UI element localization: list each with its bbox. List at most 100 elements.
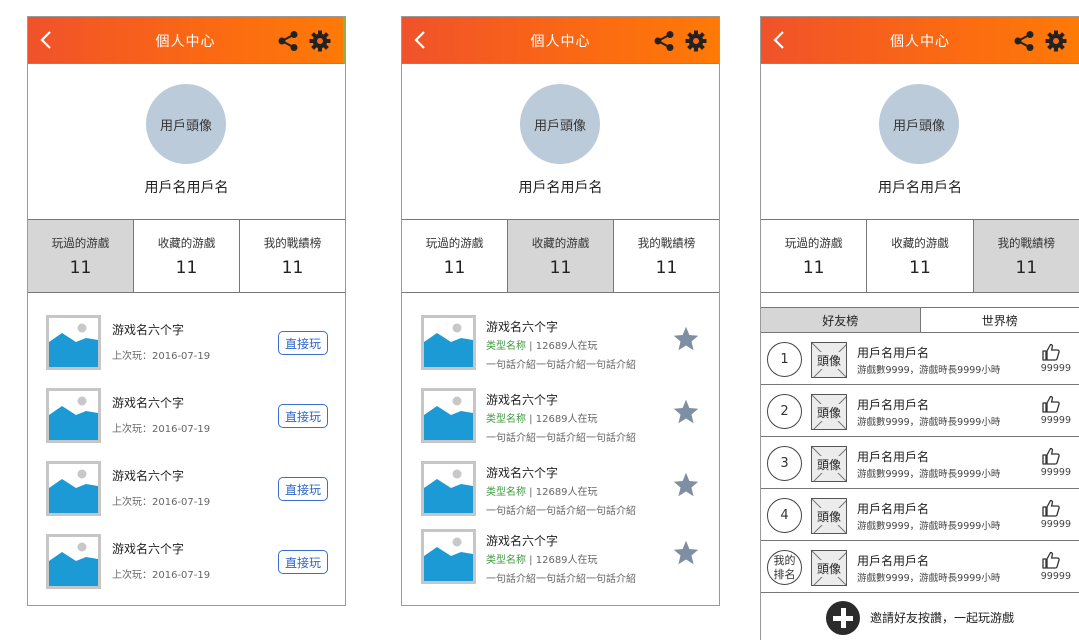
game-meta: 类型名称 | 12689人在玩 [486,341,598,352]
top-bar: 個人中心 [761,17,1079,64]
avatar-label: 頭像 [815,559,842,577]
stats-tabs: 玩過的游戲 11 收藏的游戲 11 我的戰績榜 11 [402,220,719,293]
tab-played-games[interactable]: 玩過的游戲 11 [28,220,134,292]
image-placeholder-icon [421,315,476,370]
tab-favorite-games[interactable]: 收藏的游戲 11 [508,220,614,292]
tab-label: 我的戰績榜 [637,236,696,250]
tab-my-ranking[interactable]: 我的戰績榜 11 [614,220,719,292]
avatar[interactable]: 用戶頭像 [879,84,959,164]
tab-my-ranking[interactable]: 我的戰績榜 11 [973,220,1079,292]
username: 用戶名用戶名 [518,180,603,196]
user-stats: 游戲數9999，游戲時長9999小時 [857,469,1001,480]
avatar[interactable]: 頭像 [811,342,847,378]
tab-count: 11 [281,258,304,278]
avatar[interactable]: 頭像 [811,498,847,534]
tab-friends-ranking[interactable]: 好友榜 [761,308,921,332]
image-placeholder-icon [421,388,476,443]
top-bar: 個人中心 [28,17,345,64]
image-placeholder-icon [46,461,101,516]
thumbs-up-icon[interactable] [1041,394,1061,414]
avatar[interactable]: 用戶頭像 [146,84,226,164]
user-stats: 游戲數9999，游戲時長9999小時 [857,417,1001,428]
image-placeholder-icon [421,461,476,516]
my-ranking-row[interactable]: 我的 排名 頭像 用戶名用戶名 游戲數9999，游戲時長9999小時 99999 [761,541,1079,593]
game-type: 类型名称 [486,555,526,566]
user-stats: 游戲數9999，游戲時長9999小時 [857,365,1001,376]
game-name: 游戏名六个字 [486,534,559,548]
tab-played-games[interactable]: 玩過的游戲 11 [402,220,508,292]
stats-tabs: 玩過的游戲 11 收藏的游戲 11 我的戰績榜 11 [761,220,1079,293]
star-icon[interactable] [672,398,700,426]
ranking-row[interactable]: 4 頭像 用戶名用戶名 游戲數9999，游戲時長9999小時 99999 [761,489,1079,541]
avatar[interactable]: 頭像 [811,394,847,430]
rank-number: 3 [767,446,802,481]
tab-count: 11 [1015,258,1038,278]
ranking-row[interactable]: 2 頭像 用戶名用戶名 游戲數9999，游戲時長9999小時 99999 [761,385,1079,437]
tab-world-ranking[interactable]: 世界榜 [921,308,1079,332]
tab-count: 11 [655,258,678,278]
screen-favorite-games: 個人中心 用戶頭像 用戶名用戶名 玩過的游戲 11 收藏的游戲 11 我的戰績榜 11… [401,16,720,606]
avatar[interactable]: 用戶頭像 [520,84,600,164]
game-type: 类型名称 [486,414,526,425]
play-now-button[interactable]: 直接玩 [278,331,328,355]
share-icon[interactable] [277,30,299,52]
tab-favorite-games[interactable]: 收藏的游戲 11 [134,220,240,292]
my-rank-line2: 排名 [773,567,796,581]
game-name: 游戏名六个字 [486,320,559,334]
tab-count: 11 [443,258,466,278]
profile-section: 用戶頭像 用戶名用戶名 [761,64,1079,220]
rank-number: 4 [767,498,802,533]
share-icon[interactable] [653,30,675,52]
tab-label: 我的戰績榜 [997,236,1056,250]
last-played: 上次玩：2016-07-19 [112,424,211,435]
tab-favorite-games[interactable]: 收藏的游戲 11 [867,220,974,292]
game-description: 一句話介紹一句話介紹一句話介紹 [486,506,636,517]
user-name: 用戶名用戶名 [857,398,930,412]
play-now-button[interactable]: 直接玩 [278,550,328,574]
game-name: 游戏名六个字 [112,469,185,483]
play-now-button[interactable]: 直接玩 [278,404,328,428]
user-stats: 游戲數9999，游戲時長9999小時 [857,573,1001,584]
like-count: 99999 [1040,519,1071,530]
game-description: 一句話介紹一句話介紹一句話介紹 [486,360,636,371]
avatar-label: 頭像 [815,351,842,369]
screen-played-games: 個人中心 用戶頭像 用戶名用戶名 玩過的游戲 11 收藏的游戲 11 我的戰績榜 11… [27,16,346,606]
like-count: 99999 [1040,415,1071,426]
username: 用戶名用戶名 [878,180,962,196]
tab-label: 我的戰績榜 [263,236,322,250]
thumbs-up-icon[interactable] [1041,446,1061,466]
avatar-label: 頭像 [815,455,842,473]
thumbs-up-icon[interactable] [1041,342,1061,362]
star-icon[interactable] [672,325,700,353]
ranking-row[interactable]: 3 頭像 用戶名用戶名 游戲數9999，游戲時長9999小時 99999 [761,437,1079,489]
gear-icon[interactable] [1045,30,1067,52]
star-icon[interactable] [672,471,700,499]
game-type: 类型名称 [486,487,526,498]
tab-label: 玩過的游戲 [784,236,843,250]
thumbs-up-icon[interactable] [1041,550,1061,570]
like-count: 99999 [1040,363,1071,374]
avatar-label: 頭像 [815,507,842,525]
avatar[interactable]: 頭像 [811,446,847,482]
like-count: 99999 [1040,467,1071,478]
image-placeholder-icon [46,388,101,443]
tab-played-games[interactable]: 玩過的游戲 11 [761,220,868,292]
play-now-button[interactable]: 直接玩 [278,477,328,501]
share-icon[interactable] [1013,30,1035,52]
gear-icon[interactable] [685,30,707,52]
game-description: 一句話介紹一句話介紹一句話介紹 [486,433,636,444]
thumbs-up-icon[interactable] [1041,498,1061,518]
game-name: 游戏名六个字 [486,393,559,407]
avatar[interactable]: 頭像 [811,550,847,586]
tab-my-ranking[interactable]: 我的戰績榜 11 [240,220,345,292]
ranking-tabs: 好友榜 世界榜 [761,307,1079,333]
ranking-row[interactable]: 1 頭像 用戶名用戶名 游戲數9999，游戲時長9999小時 99999 [761,333,1079,385]
game-name: 游戏名六个字 [112,396,185,410]
game-description: 一句話介紹一句話介紹一句話介紹 [486,574,636,585]
players-count: 12689人在玩 [535,341,598,352]
star-icon[interactable] [672,539,700,567]
tab-label: 玩過的游戲 [425,236,484,250]
invite-friends-button[interactable]: 邀請好友按讚，一起玩游戲 [761,594,1079,640]
gear-icon[interactable] [309,30,331,52]
tab-count: 11 [549,258,572,278]
